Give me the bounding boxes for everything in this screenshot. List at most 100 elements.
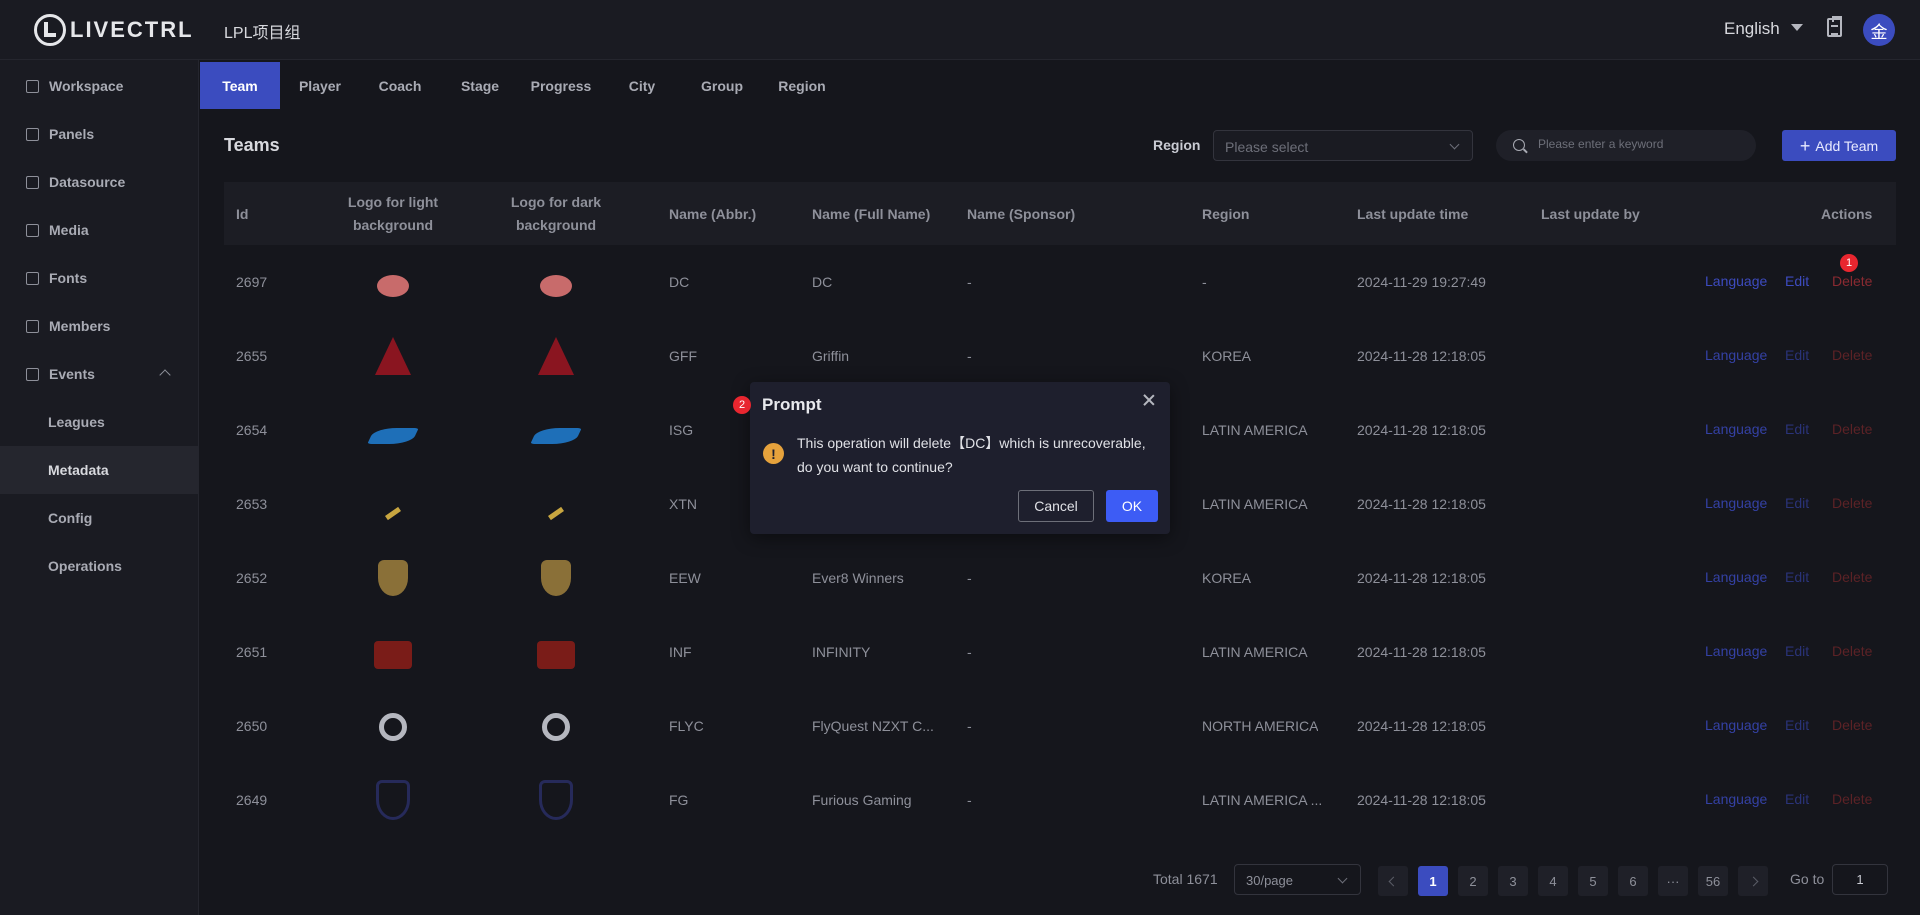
edit-action-link[interactable]: Edit xyxy=(1785,643,1809,659)
edit-action-link[interactable]: Edit xyxy=(1785,495,1809,511)
cell-last-update-time: 2024-11-29 19:27:49 xyxy=(1357,274,1486,290)
edit-action-link[interactable]: Edit xyxy=(1785,791,1809,807)
delete-action-link[interactable]: Delete xyxy=(1832,273,1872,289)
sidebar-item-operations[interactable]: Operations xyxy=(0,542,199,590)
language-action-link[interactable]: Language xyxy=(1705,717,1767,733)
region-select[interactable]: Please select xyxy=(1213,130,1473,161)
language-action-link[interactable]: Language xyxy=(1705,643,1767,659)
cell-logo-dark xyxy=(497,467,615,541)
sidebar-item-config[interactable]: Config xyxy=(0,494,199,542)
delete-action-link[interactable]: Delete xyxy=(1832,717,1872,733)
page-size-select[interactable]: 30/page xyxy=(1234,864,1361,895)
page-button[interactable]: 6 xyxy=(1618,866,1648,896)
fg-logo-icon xyxy=(376,780,410,820)
cell-last-update-time: 2024-11-28 12:18:05 xyxy=(1357,348,1486,364)
edit-action-link[interactable]: Edit xyxy=(1785,717,1809,733)
delete-action-link[interactable]: Delete xyxy=(1832,347,1872,363)
cell-logo-light xyxy=(334,319,452,393)
cell-logo-light xyxy=(334,467,452,541)
tab-stage[interactable]: Stage xyxy=(440,62,520,109)
delete-action-link[interactable]: Delete xyxy=(1832,569,1872,585)
tab-coach[interactable]: Coach xyxy=(360,62,440,109)
page-button[interactable]: 56 xyxy=(1698,866,1728,896)
sidebar-item-members[interactable]: Members xyxy=(0,302,199,350)
language-action-link[interactable]: Language xyxy=(1705,495,1767,511)
language-selector[interactable]: English xyxy=(1724,19,1780,39)
step-badge-1: 1 xyxy=(1840,254,1858,272)
search-input[interactable] xyxy=(1538,137,1738,151)
cat-logo-icon xyxy=(540,275,572,297)
cell-logo-light xyxy=(334,245,452,319)
language-action-link[interactable]: Language xyxy=(1705,421,1767,437)
sidebar-item-fonts[interactable]: Fonts xyxy=(0,254,199,302)
language-action-link[interactable]: Language xyxy=(1705,569,1767,585)
clipboard-icon[interactable] xyxy=(1827,16,1842,37)
edit-action-link[interactable]: Edit xyxy=(1785,273,1809,289)
language-action-link[interactable]: Language xyxy=(1705,273,1767,289)
cell-abbr: INF xyxy=(669,644,692,660)
goto-page-input[interactable]: 1 xyxy=(1832,864,1888,895)
shark-logo-icon xyxy=(367,428,419,444)
cell-id: 2697 xyxy=(236,274,268,290)
tab-region[interactable]: Region xyxy=(762,62,842,109)
edit-action-link[interactable]: Edit xyxy=(1785,347,1809,363)
tab-team[interactable]: Team xyxy=(200,62,280,109)
cell-logo-light xyxy=(334,393,452,467)
tab-city[interactable]: City xyxy=(602,62,682,109)
page-button[interactable]: 4 xyxy=(1538,866,1568,896)
sidebar-item-workspace[interactable]: Workspace xyxy=(0,62,199,110)
tab-group[interactable]: Group xyxy=(682,62,762,109)
sidebar-item-label: Members xyxy=(49,318,111,334)
table-row: 2651 INF INFINITY - LATIN AMERICA 2024-11-28 … xyxy=(224,615,1896,689)
page-button[interactable]: 2 xyxy=(1458,866,1488,896)
page-button[interactable]: 1 xyxy=(1418,866,1448,896)
sidebar-item-label: Events xyxy=(49,366,95,382)
cell-id: 2653 xyxy=(236,496,268,512)
cell-id: 2655 xyxy=(236,348,268,364)
caret-down-icon[interactable] xyxy=(1791,24,1803,31)
close-icon[interactable] xyxy=(1142,393,1156,407)
search-icon xyxy=(1513,139,1525,151)
events-icon xyxy=(26,367,39,381)
cell-abbr: FG xyxy=(669,792,689,808)
sidebar-item-panels[interactable]: Panels xyxy=(0,110,199,158)
delete-action-link[interactable]: Delete xyxy=(1832,421,1872,437)
cell-logo-light xyxy=(334,615,452,689)
page-button[interactable]: 3 xyxy=(1498,866,1528,896)
language-action-link[interactable]: Language xyxy=(1705,347,1767,363)
col-last-update-by: Last update by xyxy=(1541,205,1640,222)
sidebar-item-leagues[interactable]: Leagues xyxy=(0,398,199,446)
table-row: 2697 DC DC - - 2024-11-29 19:27:49 Language Edi… xyxy=(224,245,1896,319)
page-size-value: 30/page xyxy=(1246,873,1293,888)
search-box[interactable] xyxy=(1496,130,1756,161)
avatar[interactable]: 金 xyxy=(1863,14,1895,46)
next-page-button[interactable] xyxy=(1738,866,1768,896)
sidebar-item-metadata[interactable]: Metadata xyxy=(0,446,199,494)
dialog-title: Prompt xyxy=(762,395,822,414)
ok-button[interactable]: OK xyxy=(1106,490,1158,522)
app-logo[interactable]: LIVECTRL xyxy=(34,13,194,47)
livectrl-logo-icon xyxy=(34,14,66,46)
tab-player[interactable]: Player xyxy=(280,62,360,109)
delete-action-link[interactable]: Delete xyxy=(1832,643,1872,659)
slash-logo-icon xyxy=(385,506,401,520)
cell-id: 2651 xyxy=(236,644,268,660)
sidebar-item-datasource[interactable]: Datasource xyxy=(0,158,199,206)
sidebar-item-media[interactable]: Media xyxy=(0,206,199,254)
infinity-logo-icon xyxy=(374,641,412,669)
delete-action-link[interactable]: Delete xyxy=(1832,495,1872,511)
edit-action-link[interactable]: Edit xyxy=(1785,421,1809,437)
add-team-button[interactable]: + Add Team xyxy=(1782,130,1896,161)
prev-page-button[interactable] xyxy=(1378,866,1408,896)
col-actions: Actions xyxy=(1821,205,1873,222)
language-action-link[interactable]: Language xyxy=(1705,791,1767,807)
cancel-button[interactable]: Cancel xyxy=(1018,490,1094,522)
crest-logo-icon xyxy=(541,560,571,596)
tab-progress[interactable]: Progress xyxy=(520,62,602,109)
sidebar-item-events[interactable]: Events xyxy=(0,350,199,398)
page-button[interactable]: 5 xyxy=(1578,866,1608,896)
col-sponsor: Name (Sponsor) xyxy=(967,205,1076,222)
delete-action-link[interactable]: Delete xyxy=(1832,791,1872,807)
edit-action-link[interactable]: Edit xyxy=(1785,569,1809,585)
more-pages-button[interactable]: ··· xyxy=(1658,866,1688,896)
